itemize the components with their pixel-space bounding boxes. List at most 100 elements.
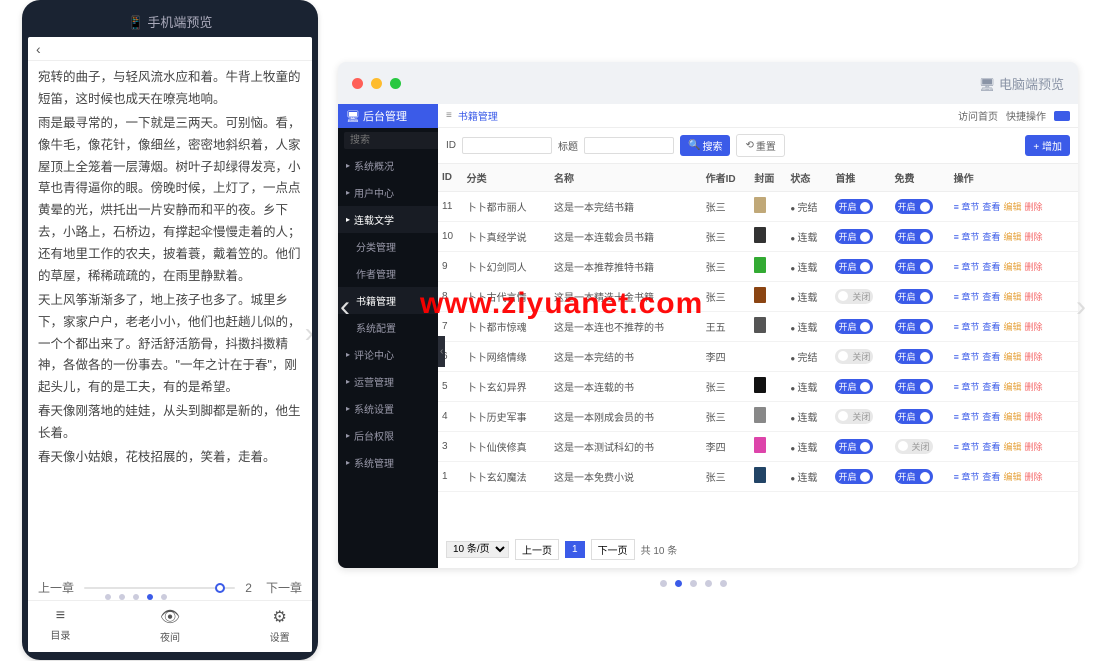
toggle-switch[interactable]: 开启 [835,469,873,484]
delete-link[interactable]: 删除 [1024,382,1042,392]
prev-page-button[interactable]: 上一页 [515,539,559,560]
toggle-switch[interactable]: 关闭 [835,409,873,424]
sidebar-item[interactable]: ▸系统设置 [338,395,438,422]
toggle-switch[interactable]: 开启 [895,469,933,484]
search-button[interactable]: 🔍 搜索 [680,135,730,156]
sidebar-item[interactable]: 作者管理 [338,260,438,287]
view-link[interactable]: 查看 [982,322,1000,332]
sidebar-item[interactable]: 分类管理 [338,233,438,260]
quick-action-link[interactable]: 快捷操作 [1006,108,1046,123]
mobile-carousel-dots[interactable] [105,594,167,600]
delete-link[interactable]: 删除 [1024,262,1042,272]
sidebar-collapse-handle[interactable]: ‹ [438,336,445,367]
carousel-next-icon[interactable]: › [1076,290,1086,324]
delete-link[interactable]: 删除 [1024,232,1042,242]
toggle-switch[interactable]: 开启 [895,259,933,274]
view-link[interactable]: 查看 [982,292,1000,302]
chapter-link[interactable]: ≡ 章节 [954,262,980,272]
delete-link[interactable]: 删除 [1024,472,1042,482]
filter-title-input[interactable] [584,137,674,154]
hamburger-icon[interactable]: ≡ [446,110,452,121]
toggle-switch[interactable]: 开启 [835,259,873,274]
toggle-switch[interactable]: 开启 [895,319,933,334]
user-avatar[interactable] [1054,111,1070,121]
delete-link[interactable]: 删除 [1024,322,1042,332]
delete-link[interactable]: 删除 [1024,202,1042,212]
add-button[interactable]: + 增加 [1025,135,1070,156]
chapter-link[interactable]: ≡ 章节 [954,442,980,452]
delete-link[interactable]: 删除 [1024,352,1042,362]
toggle-switch[interactable]: 开启 [835,319,873,334]
desktop-carousel-dots[interactable] [660,580,727,587]
next-chapter-link[interactable]: 下一章 [266,579,302,596]
carousel-prev-icon[interactable]: ‹ [340,290,350,324]
toc-icon[interactable]: ≡目录 [50,607,70,644]
view-link[interactable]: 查看 [982,262,1000,272]
minimize-icon[interactable] [371,78,382,89]
chapter-link[interactable]: ≡ 章节 [954,292,980,302]
chapter-link[interactable]: ≡ 章节 [954,352,980,362]
toggle-switch[interactable]: 开启 [895,379,933,394]
edit-link[interactable]: 编辑 [1003,412,1021,422]
back-icon[interactable]: ‹ [36,41,41,57]
edit-link[interactable]: 编辑 [1003,322,1021,332]
edit-link[interactable]: 编辑 [1003,472,1021,482]
delete-link[interactable]: 删除 [1024,442,1042,452]
chevron-right-icon[interactable]: › [305,317,312,349]
edit-link[interactable]: 编辑 [1003,232,1021,242]
progress-slider[interactable] [84,587,235,589]
sidebar-item[interactable]: ▸连载文学 [338,206,438,233]
toggle-switch[interactable]: 关闭 [835,349,873,364]
edit-link[interactable]: 编辑 [1003,382,1021,392]
page-size-select[interactable]: 10 条/页 [446,541,509,558]
toggle-switch[interactable]: 开启 [835,229,873,244]
sidebar-item[interactable]: ▸系统管理 [338,449,438,476]
toggle-switch[interactable]: 关闭 [895,439,933,454]
toggle-switch[interactable]: 开启 [895,349,933,364]
sidebar-item[interactable]: 系统配置 [338,314,438,341]
filter-id-input[interactable] [462,137,552,154]
toggle-switch[interactable]: 开启 [835,439,873,454]
view-link[interactable]: 查看 [982,442,1000,452]
eye-icon[interactable]: 👁夜间 [160,607,180,644]
toggle-switch[interactable]: 开启 [895,199,933,214]
toggle-switch[interactable]: 关闭 [835,289,873,304]
chapter-link[interactable]: ≡ 章节 [954,202,980,212]
chapter-link[interactable]: ≡ 章节 [954,232,980,242]
sidebar-item[interactable]: ▸系统概况 [338,152,438,179]
sidebar-item[interactable]: ▸后台权限 [338,422,438,449]
delete-link[interactable]: 删除 [1024,412,1042,422]
toggle-switch[interactable]: 开启 [835,379,873,394]
delete-link[interactable]: 删除 [1024,292,1042,302]
reset-button[interactable]: ⟲ 重置 [736,134,784,157]
sidebar-item[interactable]: ▸评论中心 [338,341,438,368]
toggle-switch[interactable]: 开启 [895,229,933,244]
page-1-button[interactable]: 1 [565,541,585,558]
toggle-switch[interactable]: 开启 [895,289,933,304]
chapter-link[interactable]: ≡ 章节 [954,472,980,482]
prev-chapter-link[interactable]: 上一章 [38,579,74,596]
edit-link[interactable]: 编辑 [1003,262,1021,272]
edit-link[interactable]: 编辑 [1003,202,1021,212]
visit-home-link[interactable]: 访问首页 [958,108,998,123]
edit-link[interactable]: 编辑 [1003,352,1021,362]
view-link[interactable]: 查看 [982,472,1000,482]
chapter-link[interactable]: ≡ 章节 [954,322,980,332]
toggle-switch[interactable]: 开启 [895,409,933,424]
gear-icon[interactable]: ⚙设置 [270,607,290,644]
view-link[interactable]: 查看 [982,412,1000,422]
chapter-link[interactable]: ≡ 章节 [954,382,980,392]
maximize-icon[interactable] [390,78,401,89]
view-link[interactable]: 查看 [982,382,1000,392]
sidebar-item[interactable]: 书籍管理 [338,287,438,314]
view-link[interactable]: 查看 [982,352,1000,362]
toggle-switch[interactable]: 开启 [835,199,873,214]
view-link[interactable]: 查看 [982,232,1000,242]
sidebar-item[interactable]: ▸用户中心 [338,179,438,206]
sidebar-item[interactable]: ▸运营管理 [338,368,438,395]
next-page-button[interactable]: 下一页 [591,539,635,560]
breadcrumb-current[interactable]: 书籍管理 [458,108,498,123]
close-icon[interactable] [352,78,363,89]
view-link[interactable]: 查看 [982,202,1000,212]
edit-link[interactable]: 编辑 [1003,292,1021,302]
